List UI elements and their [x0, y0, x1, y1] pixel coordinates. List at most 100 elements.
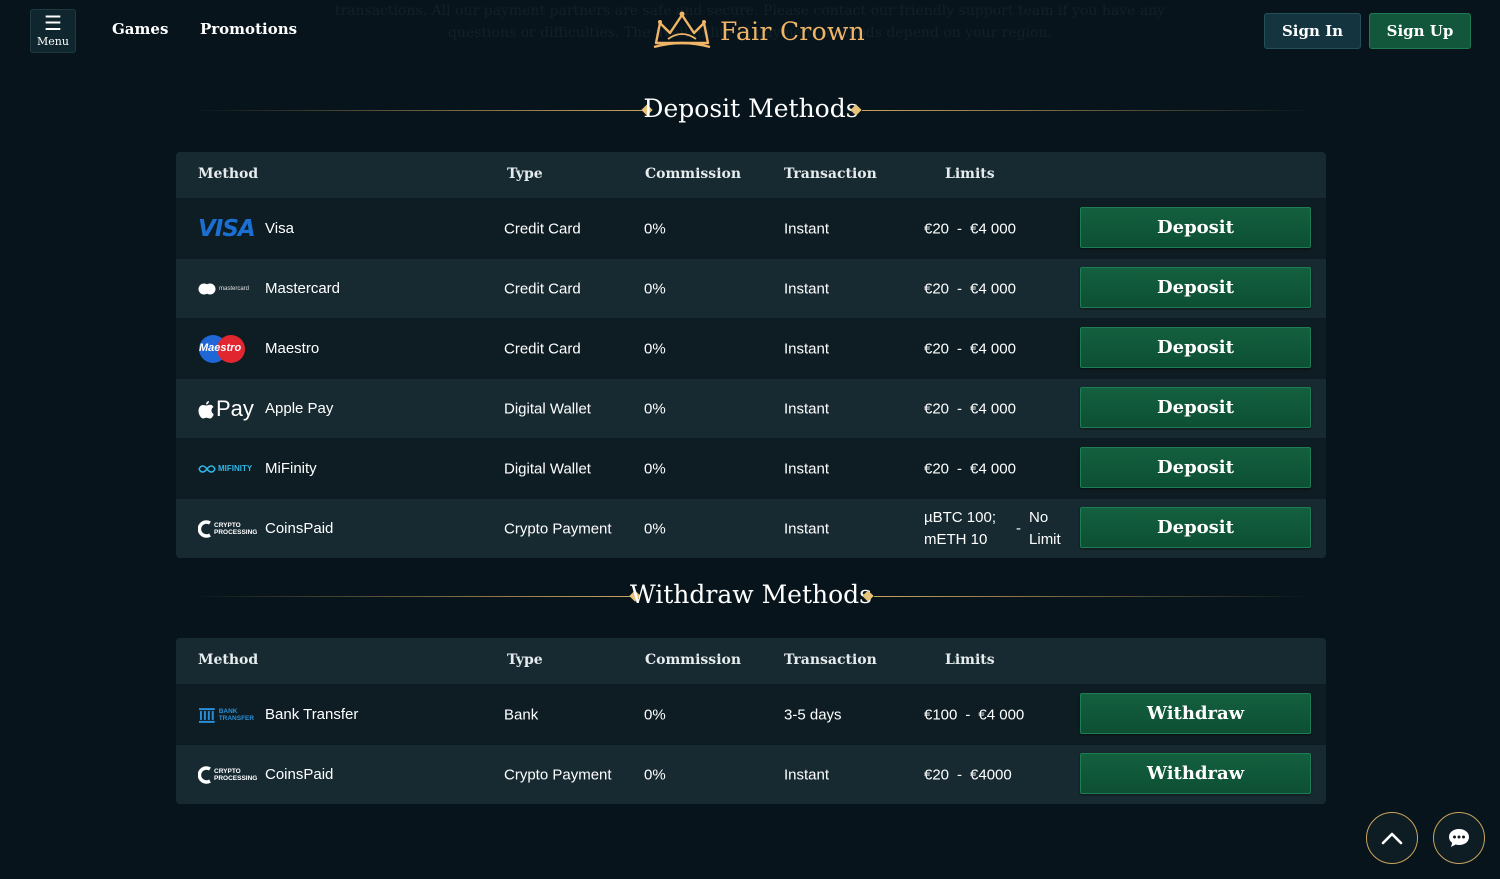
method-cell: CRYPTO PROCESSING CoinsPaid	[198, 760, 333, 790]
table-row: VISA Visa Credit Card 0% Instant €20 - €…	[176, 198, 1326, 258]
crown-logo-icon	[653, 11, 711, 49]
limits-cell: €20 - €4 000	[924, 340, 1016, 357]
withdraw-section-title: Withdraw Methods	[176, 576, 1326, 616]
method-cell: Pay Apple Pay	[198, 394, 333, 424]
col-transaction: Transaction	[784, 166, 877, 182]
transaction-cell: Instant	[784, 400, 830, 417]
commission-cell: 0%	[644, 706, 666, 723]
visa-logo: VISA	[198, 215, 256, 242]
limits-cell: €100 - €4 000	[924, 706, 1025, 723]
maestro-logo: Maestro	[198, 334, 258, 364]
brand-logo[interactable]: Fair Crown	[650, 8, 865, 54]
coinspaid-logo: CRYPTO PROCESSING	[198, 760, 258, 790]
transaction-cell: Instant	[784, 520, 830, 537]
transaction-cell: 3-5 days	[784, 706, 842, 723]
col-commission: Commission	[645, 166, 742, 182]
menu-label: Menu	[37, 34, 69, 48]
transaction-cell: Instant	[784, 340, 830, 357]
method-cell: BANK TRANSFER Bank Transfer	[198, 700, 358, 730]
deposit-button[interactable]: Deposit	[1080, 267, 1311, 308]
table-row: BANK TRANSFER Bank Transfer Bank 0% 3-5 …	[176, 684, 1326, 744]
method-name: Maestro	[265, 340, 320, 357]
table-row: Pay Apple Pay Digital Wallet 0% Instant …	[176, 378, 1326, 438]
menu-button[interactable]: ☰ Menu	[30, 9, 76, 53]
withdraw-button[interactable]: Withdraw	[1080, 753, 1311, 794]
deposit-button[interactable]: Deposit	[1080, 387, 1311, 428]
deposit-button[interactable]: Deposit	[1080, 327, 1311, 368]
col-limits: Limits	[945, 652, 995, 668]
table-header: Method Type Commission Transaction Limit…	[176, 152, 1326, 198]
type-cell: Digital Wallet	[504, 400, 591, 417]
table-header: Method Type Commission Transaction Limit…	[176, 638, 1326, 684]
withdraw-table: Method Type Commission Transaction Limit…	[176, 638, 1326, 804]
commission-cell: 0%	[644, 400, 666, 417]
table-row: mastercard Mastercard Credit Card 0% Ins…	[176, 258, 1326, 318]
apple-icon	[198, 400, 214, 418]
col-type: Type	[507, 166, 543, 182]
limits-cell: €20 - €4 000	[924, 220, 1016, 237]
transaction-cell: Instant	[784, 460, 830, 477]
deposit-button[interactable]: Deposit	[1080, 207, 1311, 248]
transaction-cell: Instant	[784, 280, 830, 297]
type-cell: Credit Card	[504, 280, 581, 297]
commission-cell: 0%	[644, 460, 666, 477]
col-limits: Limits	[945, 166, 995, 182]
scroll-top-button[interactable]	[1366, 812, 1418, 864]
method-name: MiFinity	[265, 460, 317, 477]
deposit-button[interactable]: Deposit	[1080, 447, 1311, 488]
method-name: Visa	[265, 220, 294, 237]
col-type: Type	[507, 652, 543, 668]
sign-up-button[interactable]: Sign Up	[1369, 13, 1471, 49]
commission-cell: 0%	[644, 280, 666, 297]
limits-cell: €20 - €4 000	[924, 460, 1016, 477]
sign-in-button[interactable]: Sign In	[1264, 13, 1361, 49]
bank-transfer-logo: BANK TRANSFER	[198, 700, 258, 730]
method-cell: VISA Visa	[198, 214, 294, 244]
limits-cell: µBTC 100; mETH 10 - No Limit	[924, 508, 1061, 548]
limits-cell: €20 - €4000	[924, 766, 1012, 783]
coinspaid-logo: CRYPTO PROCESSING	[198, 514, 258, 544]
divider-right	[862, 110, 1312, 111]
limits-cell: €20 - €4 000	[924, 400, 1016, 417]
deposit-button[interactable]: Deposit	[1080, 507, 1311, 548]
type-cell: Crypto Payment	[504, 766, 612, 783]
deposit-title: Deposit Methods	[643, 94, 859, 123]
bank-icon	[198, 707, 215, 723]
method-cell: CRYPTO PROCESSING CoinsPaid	[198, 514, 333, 544]
type-cell: Digital Wallet	[504, 460, 591, 477]
method-cell: Maestro Maestro	[198, 334, 319, 364]
deposit-table: Method Type Commission Transaction Limit…	[176, 152, 1326, 558]
method-name: CoinsPaid	[265, 766, 334, 783]
chevron-up-icon	[1381, 832, 1403, 845]
commission-cell: 0%	[644, 520, 666, 537]
withdraw-title: Withdraw Methods	[629, 580, 873, 609]
method-name: Apple Pay	[265, 400, 334, 417]
mastercard-circles-icon	[198, 283, 216, 294]
nav-games[interactable]: Games	[112, 20, 168, 38]
mastercard-logo: mastercard	[198, 274, 258, 304]
method-name: Mastercard	[265, 280, 341, 297]
type-cell: Credit Card	[504, 340, 581, 357]
commission-cell: 0%	[644, 220, 666, 237]
method-cell: mastercard Mastercard	[198, 274, 340, 304]
col-method: Method	[198, 652, 259, 668]
commission-cell: 0%	[644, 340, 666, 357]
infinity-icon	[198, 464, 216, 473]
col-commission: Commission	[645, 652, 742, 668]
chat-button[interactable]	[1433, 812, 1485, 864]
withdraw-button[interactable]: Withdraw	[1080, 693, 1311, 734]
limits-cell: €20 - €4 000	[924, 280, 1016, 297]
nav-promotions[interactable]: Promotions	[200, 20, 297, 38]
chat-bubble-icon	[1449, 829, 1469, 847]
col-transaction: Transaction	[784, 652, 877, 668]
table-row: CRYPTO PROCESSING CoinsPaid Crypto Payme…	[176, 744, 1326, 804]
col-method: Method	[198, 166, 259, 182]
site-header: transactions. All our payment partners a…	[0, 0, 1500, 62]
brand-name: Fair Crown	[720, 16, 866, 46]
table-row: MIFINITY MiFinity Digital Wallet 0% Inst…	[176, 438, 1326, 498]
crypto-c-icon	[198, 519, 211, 538]
method-name: Bank Transfer	[265, 706, 359, 723]
method-name: CoinsPaid	[265, 520, 334, 537]
divider-right	[874, 596, 1312, 597]
hamburger-icon: ☰	[44, 12, 62, 35]
